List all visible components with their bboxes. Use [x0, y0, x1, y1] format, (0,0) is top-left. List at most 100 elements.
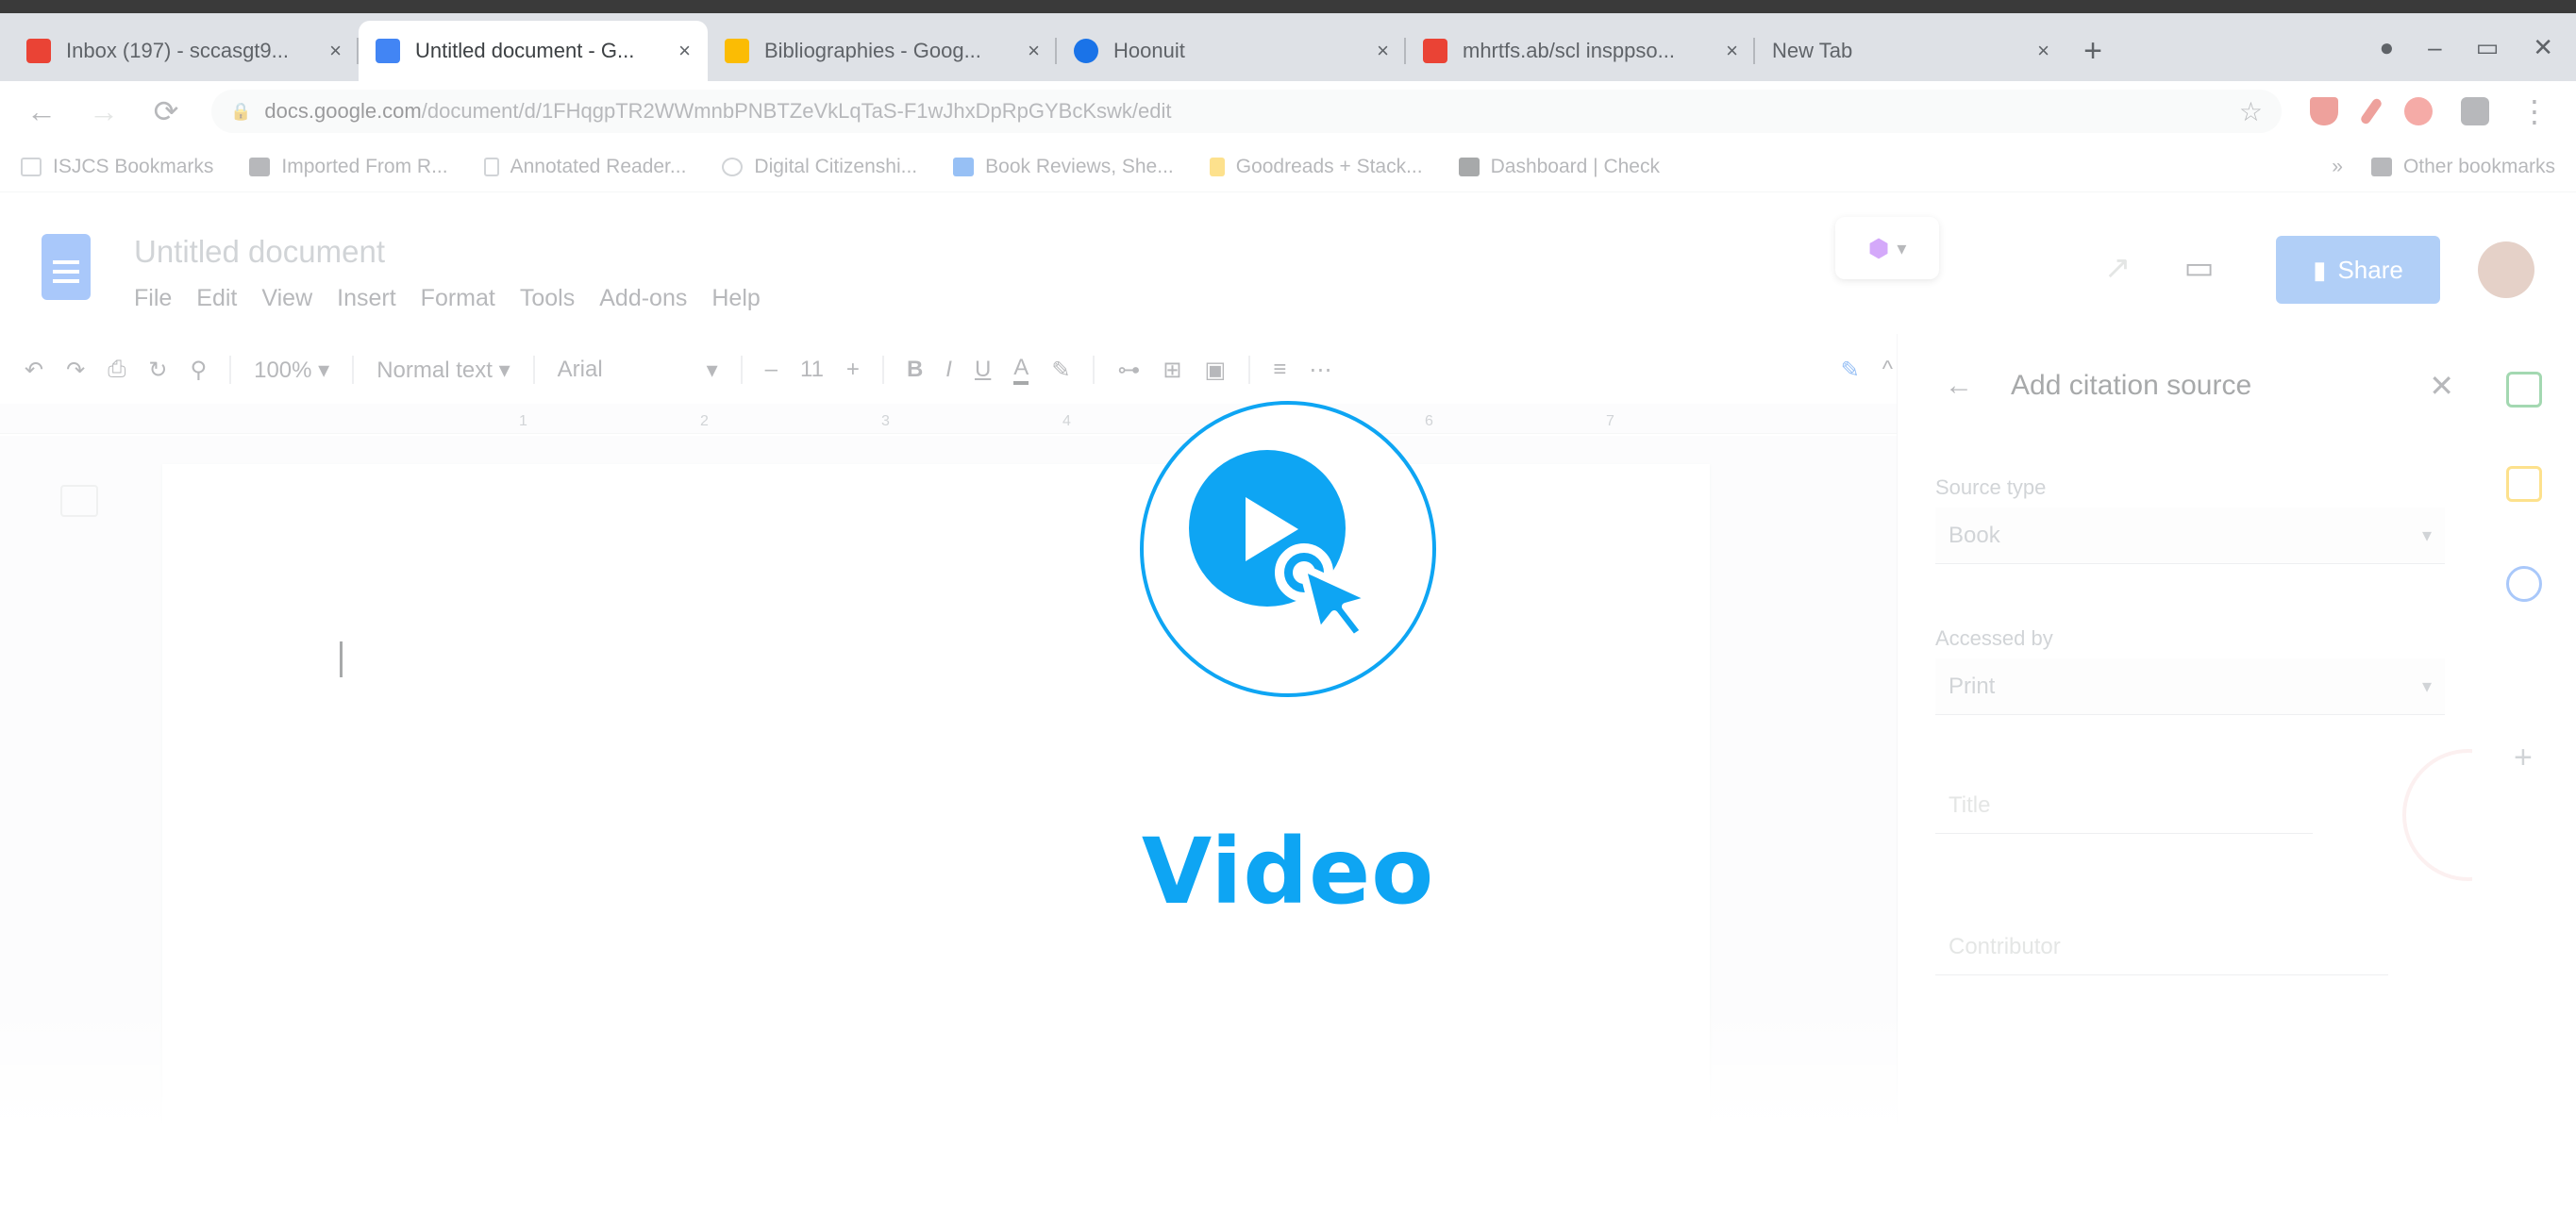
- comment-history-icon[interactable]: ▭: [2184, 249, 2215, 287]
- more-options-icon[interactable]: ⋯: [1309, 357, 1331, 384]
- source-type-value: Book: [1949, 522, 2000, 548]
- font-size-decrease-button[interactable]: –: [765, 357, 778, 383]
- share-button[interactable]: ▮ Share: [2276, 236, 2440, 304]
- add-addon-icon[interactable]: +: [2514, 740, 2533, 776]
- bookmark-annotated-reader[interactable]: Annotated Reader...: [483, 156, 686, 178]
- addon-launcher-button[interactable]: ⬢ ▾: [1835, 217, 1939, 279]
- italic-button[interactable]: I: [945, 357, 952, 383]
- bookmark-imported[interactable]: Imported From R...: [249, 155, 448, 178]
- tab-youtube[interactable]: mhrtfs.ab/scl insppso... ×: [1406, 21, 1755, 81]
- maximize-icon[interactable]: ▭: [2476, 33, 2500, 62]
- url-bar[interactable]: 🔒 docs.google.com/document/d/1FHqgpTR2WW…: [211, 90, 2282, 133]
- close-icon[interactable]: ×: [2037, 39, 2049, 63]
- avatar[interactable]: [2478, 241, 2534, 298]
- browser-menu-icon[interactable]: ⋮: [2517, 93, 2551, 129]
- google-docs-logo-icon[interactable]: [42, 234, 91, 300]
- menu-file[interactable]: File: [134, 285, 172, 312]
- new-tab-button[interactable]: +: [2066, 21, 2119, 81]
- menu-help[interactable]: Help: [711, 285, 760, 312]
- document-title[interactable]: Untitled document: [134, 234, 385, 270]
- print-icon[interactable]: ⎙: [108, 357, 125, 383]
- menu-view[interactable]: View: [261, 285, 312, 312]
- tab-new-tab[interactable]: New Tab ×: [1755, 21, 2066, 81]
- bookmark-label: Imported From R...: [281, 155, 448, 177]
- contributor-field[interactable]: Contributor: [1935, 919, 2388, 975]
- bookmark-dashboard[interactable]: Dashboard | Check: [1458, 156, 1660, 178]
- tab-hoonuit[interactable]: Hoonuit ×: [1057, 21, 1406, 81]
- undo-icon[interactable]: ↶: [25, 357, 43, 384]
- insert-link-icon[interactable]: ⊶: [1117, 357, 1140, 384]
- bold-button[interactable]: B: [907, 357, 923, 383]
- formatting-toolbar: ↶ ↷ ⎙ ↻ ⚲ 100% ▾ Normal text ▾ Arial ▾ – …: [25, 343, 1893, 396]
- bookmark-label: ISJCS Bookmarks: [53, 155, 214, 177]
- bookmark-book-reviews[interactable]: Book Reviews, She...: [953, 156, 1174, 178]
- menu-format[interactable]: Format: [421, 285, 495, 312]
- extensions-puzzle-icon[interactable]: [2461, 97, 2489, 125]
- menu-tools[interactable]: Tools: [520, 285, 575, 312]
- forward-icon[interactable]: →: [87, 94, 121, 129]
- font-select[interactable]: Arial ▾: [558, 357, 718, 384]
- document-outline-icon[interactable]: [60, 485, 98, 517]
- ruler-mark: 1: [519, 413, 527, 429]
- source-type-select[interactable]: Book ▾: [1935, 508, 2445, 564]
- activity-trend-icon[interactable]: ↗: [2104, 249, 2132, 287]
- highlight-color-icon[interactable]: ✎: [1051, 357, 1070, 384]
- tab-inbox[interactable]: Inbox (197) - sccasgt9... ×: [9, 21, 359, 81]
- insert-comment-icon[interactable]: ⊞: [1163, 357, 1181, 384]
- menu-insert[interactable]: Insert: [337, 285, 396, 312]
- toolbar-divider: [352, 356, 355, 384]
- accessed-by-label: Accessed by: [1935, 626, 2053, 650]
- close-icon[interactable]: ×: [1377, 39, 1389, 63]
- reload-icon[interactable]: ⟳: [149, 93, 183, 129]
- link-icon: [722, 157, 744, 176]
- tasks-icon[interactable]: [2506, 566, 2542, 602]
- collapse-menu-icon[interactable]: ^: [1882, 357, 1893, 383]
- bookmark-goodreads[interactable]: Goodreads + Stack...: [1209, 156, 1423, 178]
- minimize-icon[interactable]: –: [2428, 33, 2441, 62]
- close-icon[interactable]: ×: [1028, 39, 1040, 63]
- bookmark-isjcs[interactable]: ISJCS Bookmarks: [21, 156, 213, 178]
- extension-pen-icon[interactable]: [2359, 96, 2384, 126]
- zoom-select[interactable]: 100% ▾: [254, 357, 329, 384]
- close-icon[interactable]: ✕: [2429, 368, 2454, 404]
- share-label: Share: [2337, 255, 2403, 284]
- align-icon[interactable]: ≡: [1273, 357, 1286, 383]
- close-icon[interactable]: ×: [678, 39, 691, 63]
- tab-bibliographies[interactable]: Bibliographies - Goog... ×: [708, 21, 1057, 81]
- close-window-icon[interactable]: ✕: [2533, 33, 2553, 62]
- menu-edit[interactable]: Edit: [196, 285, 237, 312]
- extension-bookmark-icon[interactable]: [2404, 97, 2433, 125]
- tab-untitled-document[interactable]: Untitled document - G... ×: [359, 21, 708, 81]
- back-icon[interactable]: ←: [25, 94, 59, 129]
- keep-icon[interactable]: [2506, 466, 2542, 502]
- spellcheck-icon[interactable]: ↻: [148, 357, 167, 384]
- accessed-by-select[interactable]: Print ▾: [1935, 658, 2445, 715]
- close-icon[interactable]: ×: [1726, 39, 1738, 63]
- extension-shield-icon[interactable]: [2310, 97, 2338, 125]
- menu-addons[interactable]: Add-ons: [599, 285, 687, 312]
- editing-mode-icon[interactable]: ✎: [1841, 357, 1860, 384]
- paint-format-icon[interactable]: ⚲: [191, 357, 208, 384]
- other-bookmarks[interactable]: Other bookmarks: [2370, 156, 2555, 178]
- font-size-field[interactable]: 11: [800, 357, 824, 383]
- calendar-icon[interactable]: [2506, 372, 2542, 408]
- underline-button[interactable]: U: [975, 357, 991, 383]
- video-play-button[interactable]: [1140, 401, 1436, 697]
- title-field[interactable]: Title: [1935, 777, 2313, 834]
- font-size-increase-button[interactable]: +: [846, 357, 860, 383]
- text-color-button[interactable]: A: [1013, 355, 1029, 385]
- folder-icon: [2370, 157, 2392, 176]
- back-arrow-icon[interactable]: ←: [1945, 370, 1973, 402]
- bookmark-digital-citizenship[interactable]: Digital Citizenshi...: [722, 156, 917, 178]
- window-titlebar: [0, 0, 2576, 13]
- insert-image-icon[interactable]: ▣: [1205, 357, 1227, 384]
- horizontal-ruler[interactable]: 1 2 3 4 5 6 7: [0, 404, 1897, 434]
- close-icon[interactable]: ×: [329, 39, 342, 63]
- style-select[interactable]: Normal text ▾: [376, 357, 510, 384]
- profile-icon[interactable]: ●: [2379, 33, 2394, 62]
- bookmark-star-icon[interactable]: ☆: [2239, 96, 2263, 127]
- window-controls: ● – ▭ ✕: [2379, 13, 2576, 81]
- redo-icon[interactable]: ↷: [66, 357, 85, 384]
- url-path: /document/d/1FHqgpTR2WWmnbPNBTZeVkLqTaS-…: [421, 99, 1172, 123]
- chevron-right-icon[interactable]: »: [2332, 156, 2343, 178]
